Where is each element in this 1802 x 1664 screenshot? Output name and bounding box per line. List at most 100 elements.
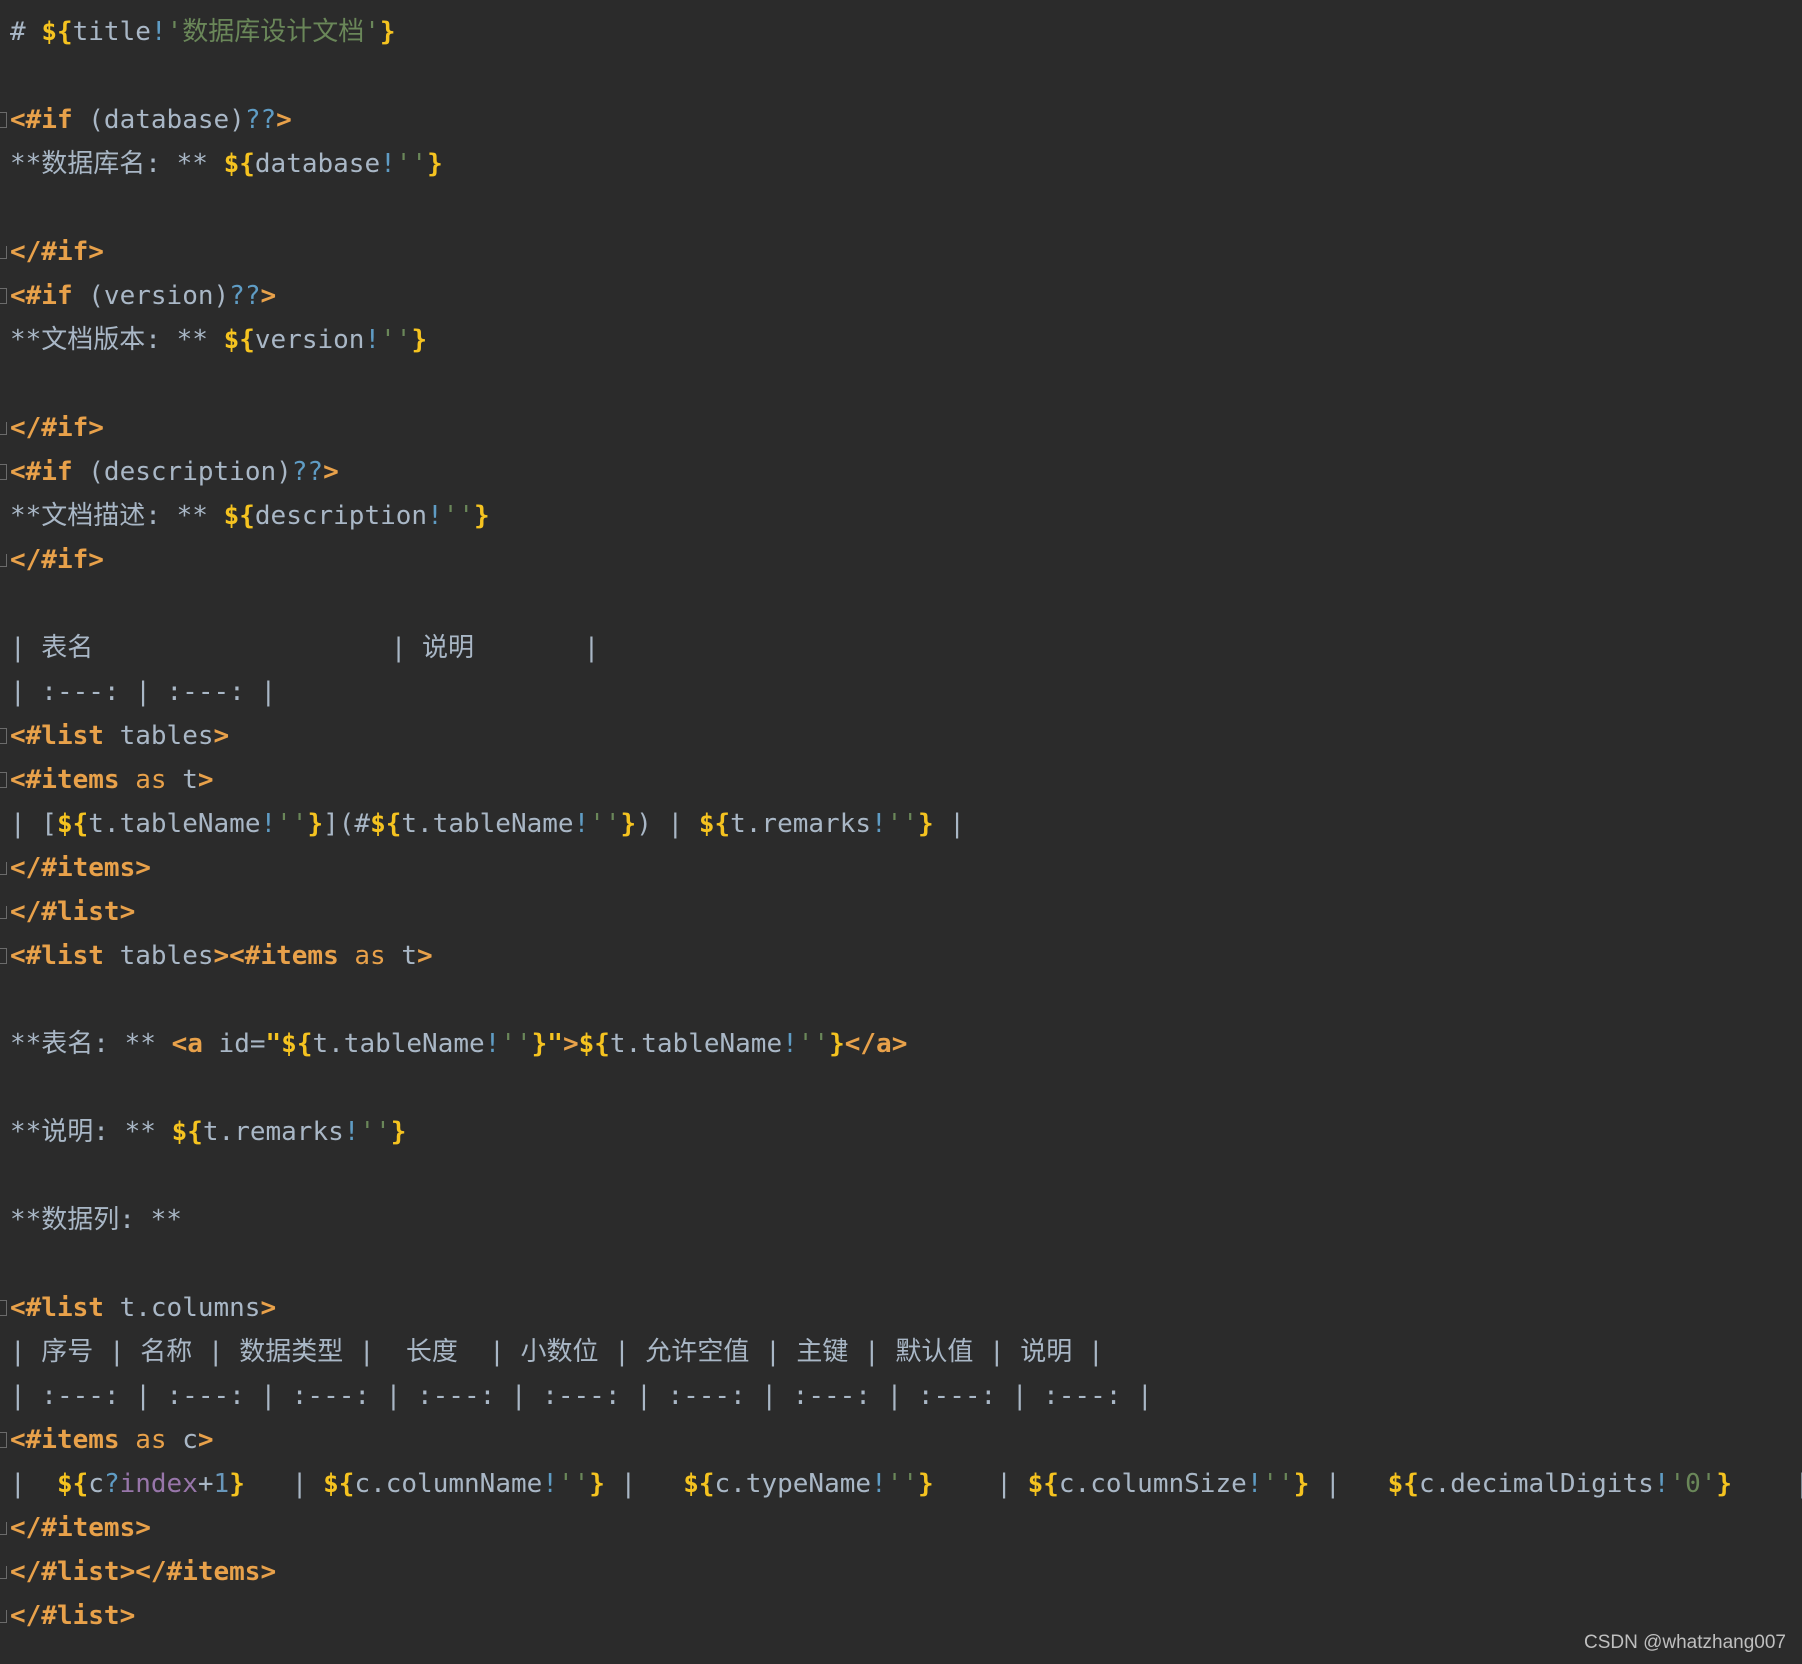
fold-end-marker-icon[interactable] bbox=[0, 906, 7, 919]
code-line[interactable]: **数据列: ** bbox=[0, 1198, 1802, 1242]
fold-end-marker-icon[interactable] bbox=[0, 554, 7, 567]
code-token: ! bbox=[573, 809, 590, 839]
code-token: t.remarks bbox=[730, 809, 872, 839]
code-line[interactable]: </#if> bbox=[0, 538, 1802, 582]
code-token: description bbox=[254, 501, 428, 531]
code-token: <#if bbox=[10, 105, 89, 135]
code-token: | :---: | :---: | bbox=[10, 677, 277, 707]
code-token: } bbox=[229, 1469, 245, 1499]
code-token: **数据库名: ** bbox=[10, 149, 224, 179]
code-token: } bbox=[307, 809, 324, 839]
code-line[interactable]: </#list> bbox=[0, 890, 1802, 934]
code-token: </#items> bbox=[10, 1513, 151, 1543]
code-line[interactable]: <#list t.columns> bbox=[0, 1286, 1802, 1330]
code-line[interactable] bbox=[0, 362, 1802, 406]
code-line[interactable]: **说明: ** ${t.remarks!''} bbox=[0, 1110, 1802, 1154]
fold-start-marker-icon[interactable] bbox=[0, 464, 7, 480]
code-token: ${ bbox=[41, 17, 73, 47]
code-line[interactable]: | :---: | :---: | bbox=[0, 670, 1802, 714]
code-line[interactable]: | 表名 | 说明 | bbox=[0, 626, 1802, 670]
code-line[interactable]: | :---: | :---: | :---: | :---: | :---: … bbox=[0, 1374, 1802, 1418]
code-line[interactable]: </#items> bbox=[0, 846, 1802, 890]
code-line[interactable]: **表名: ** <a id="${t.tableName!''}">${t.t… bbox=[0, 1022, 1802, 1066]
code-token: <#items bbox=[10, 1425, 136, 1455]
fold-start-marker-icon[interactable] bbox=[0, 948, 7, 964]
code-token: | bbox=[933, 1469, 1028, 1499]
fold-end-marker-icon[interactable] bbox=[0, 862, 7, 875]
fold-end-marker-icon[interactable] bbox=[0, 1566, 7, 1579]
code-line[interactable]: <#if (description)??> bbox=[0, 450, 1802, 494]
fold-start-marker-icon[interactable] bbox=[0, 1300, 7, 1316]
code-line[interactable]: **文档版本: ** ${version!''} bbox=[0, 318, 1802, 362]
code-token: > bbox=[213, 721, 230, 751]
code-token: <#if bbox=[10, 281, 89, 311]
code-line[interactable]: </#list> bbox=[0, 1594, 1802, 1638]
code-token: ](# bbox=[323, 809, 371, 839]
code-line[interactable]: <#if (version)??> bbox=[0, 274, 1802, 318]
code-token: ${ bbox=[171, 1117, 203, 1147]
code-token: } bbox=[474, 501, 490, 531]
code-line[interactable] bbox=[0, 1242, 1802, 1286]
code-token: | 表名 | 说明 | bbox=[10, 633, 600, 663]
code-token: '' bbox=[276, 809, 308, 839]
code-line[interactable]: | ${c?index+1} | ${c.columnName!''} | ${… bbox=[0, 1462, 1802, 1506]
fold-end-marker-icon[interactable] bbox=[0, 246, 7, 259]
code-line[interactable] bbox=[0, 186, 1802, 230]
code-line[interactable]: </#items> bbox=[0, 1506, 1802, 1550]
code-token: </#list> bbox=[10, 1601, 136, 1631]
code-token: <a bbox=[171, 1029, 219, 1059]
fold-end-marker-icon[interactable] bbox=[0, 422, 7, 435]
code-line[interactable] bbox=[0, 54, 1802, 98]
fold-start-marker-icon[interactable] bbox=[0, 772, 7, 788]
fold-start-marker-icon[interactable] bbox=[0, 1432, 7, 1448]
fold-start-marker-icon[interactable] bbox=[0, 728, 7, 744]
code-token: > bbox=[323, 457, 339, 487]
code-token: c bbox=[182, 1425, 198, 1455]
code-token: **文档描述: ** bbox=[10, 501, 224, 531]
code-token: | :---: | :---: | :---: | :---: | :---: … bbox=[10, 1381, 1153, 1411]
code-token: | bbox=[1732, 1469, 1802, 1499]
code-token: </#items> bbox=[10, 853, 151, 883]
code-line[interactable] bbox=[0, 978, 1802, 1022]
code-line[interactable]: <#list tables> bbox=[0, 714, 1802, 758]
code-line[interactable]: **数据库名: ** ${database!''} bbox=[0, 142, 1802, 186]
fold-end-marker-icon[interactable] bbox=[0, 1610, 7, 1623]
code-editor[interactable]: # ${title!'数据库设计文档'} <#if (database)??> *… bbox=[0, 10, 1802, 1638]
code-token: title bbox=[72, 17, 151, 47]
code-line[interactable] bbox=[0, 582, 1802, 626]
code-token: ${ bbox=[223, 325, 255, 355]
code-token: as bbox=[135, 765, 183, 795]
code-line[interactable] bbox=[0, 1066, 1802, 1110]
code-line[interactable]: **文档描述: ** ${description!''} bbox=[0, 494, 1802, 538]
code-line[interactable]: | 序号 | 名称 | 数据类型 | 长度 | 小数位 | 允许空值 | 主键 … bbox=[0, 1330, 1802, 1374]
code-token: > bbox=[213, 941, 230, 971]
fold-end-marker-icon[interactable] bbox=[0, 1522, 7, 1535]
code-token: '' bbox=[395, 149, 428, 179]
code-token: t.columns bbox=[119, 1293, 261, 1323]
fold-start-marker-icon[interactable] bbox=[0, 288, 7, 304]
code-line[interactable]: </#if> bbox=[0, 230, 1802, 274]
code-token: } bbox=[918, 1469, 934, 1499]
code-token: | bbox=[604, 1469, 684, 1499]
code-token: '' bbox=[380, 325, 412, 355]
code-token: } bbox=[829, 1029, 845, 1059]
code-line[interactable]: # ${title!'数据库设计文档'} bbox=[0, 10, 1802, 54]
code-line[interactable] bbox=[0, 1154, 1802, 1198]
code-token: } bbox=[379, 17, 396, 47]
code-token: > bbox=[562, 1029, 579, 1059]
fold-start-marker-icon[interactable] bbox=[0, 112, 7, 128]
code-token: ${ bbox=[56, 809, 89, 839]
code-line[interactable]: <#list tables><#items as t> bbox=[0, 934, 1802, 978]
code-token: </#items> bbox=[135, 1557, 277, 1587]
code-line[interactable]: </#list></#items> bbox=[0, 1550, 1802, 1594]
code-token: t bbox=[182, 765, 198, 795]
code-line[interactable]: <#items as c> bbox=[0, 1418, 1802, 1462]
code-line[interactable]: </#if> bbox=[0, 406, 1802, 450]
code-token: '' bbox=[557, 1469, 590, 1499]
code-line[interactable]: | [${t.tableName!''}](#${t.tableName!''}… bbox=[0, 802, 1802, 846]
code-line[interactable]: <#if (database)??> bbox=[0, 98, 1802, 142]
code-token: ! bbox=[1246, 1469, 1263, 1499]
code-token: ? bbox=[103, 1469, 120, 1499]
code-line[interactable]: <#items as t> bbox=[0, 758, 1802, 802]
code-token: '' bbox=[886, 809, 918, 839]
